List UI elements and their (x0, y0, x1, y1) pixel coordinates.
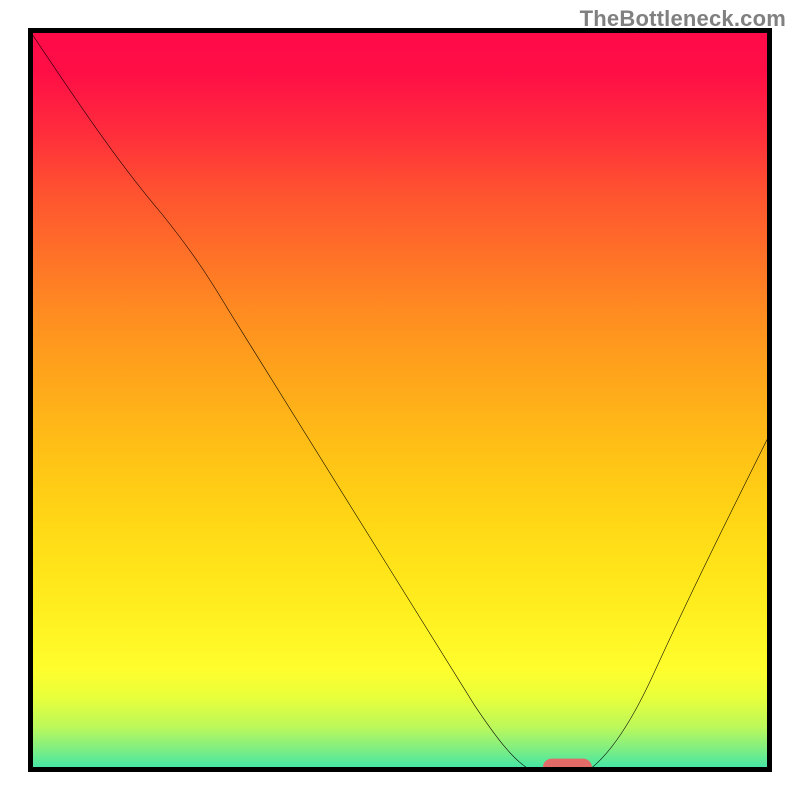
chart-container: TheBottleneck.com (0, 0, 800, 800)
plot-gradient-background (28, 28, 772, 772)
watermark-text: TheBottleneck.com (580, 6, 786, 32)
